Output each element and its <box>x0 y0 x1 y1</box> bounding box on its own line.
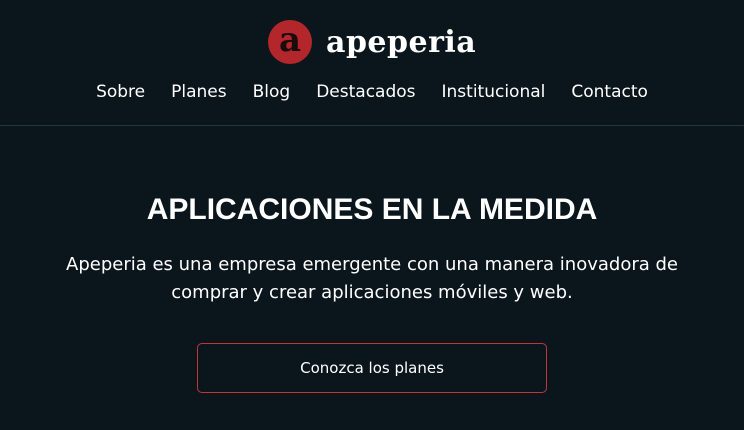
site-header: a apeperia Sobre Planes Blog Destacados … <box>0 0 744 126</box>
hero-title: APLICACIONES EN LA MEDIDA <box>146 193 598 226</box>
nav-item-sobre[interactable]: Sobre <box>96 80 145 104</box>
brand[interactable]: a apeperia <box>268 20 476 64</box>
main-nav: Sobre Planes Blog Destacados Institucion… <box>0 80 744 104</box>
view-plans-button[interactable]: Conozca los planes <box>197 343 547 393</box>
nav-item-planes[interactable]: Planes <box>171 80 226 104</box>
hero-description: Apeperia es una empresa emergente con un… <box>66 254 678 303</box>
nav-item-institucional[interactable]: Institucional <box>442 80 546 104</box>
brand-name: apeperia <box>326 24 477 60</box>
apeperia-logo-icon: a <box>268 20 312 64</box>
nav-item-blog[interactable]: Blog <box>253 80 291 104</box>
nav-item-contacto[interactable]: Contacto <box>571 80 648 104</box>
nav-item-destacados[interactable]: Destacados <box>316 80 415 104</box>
